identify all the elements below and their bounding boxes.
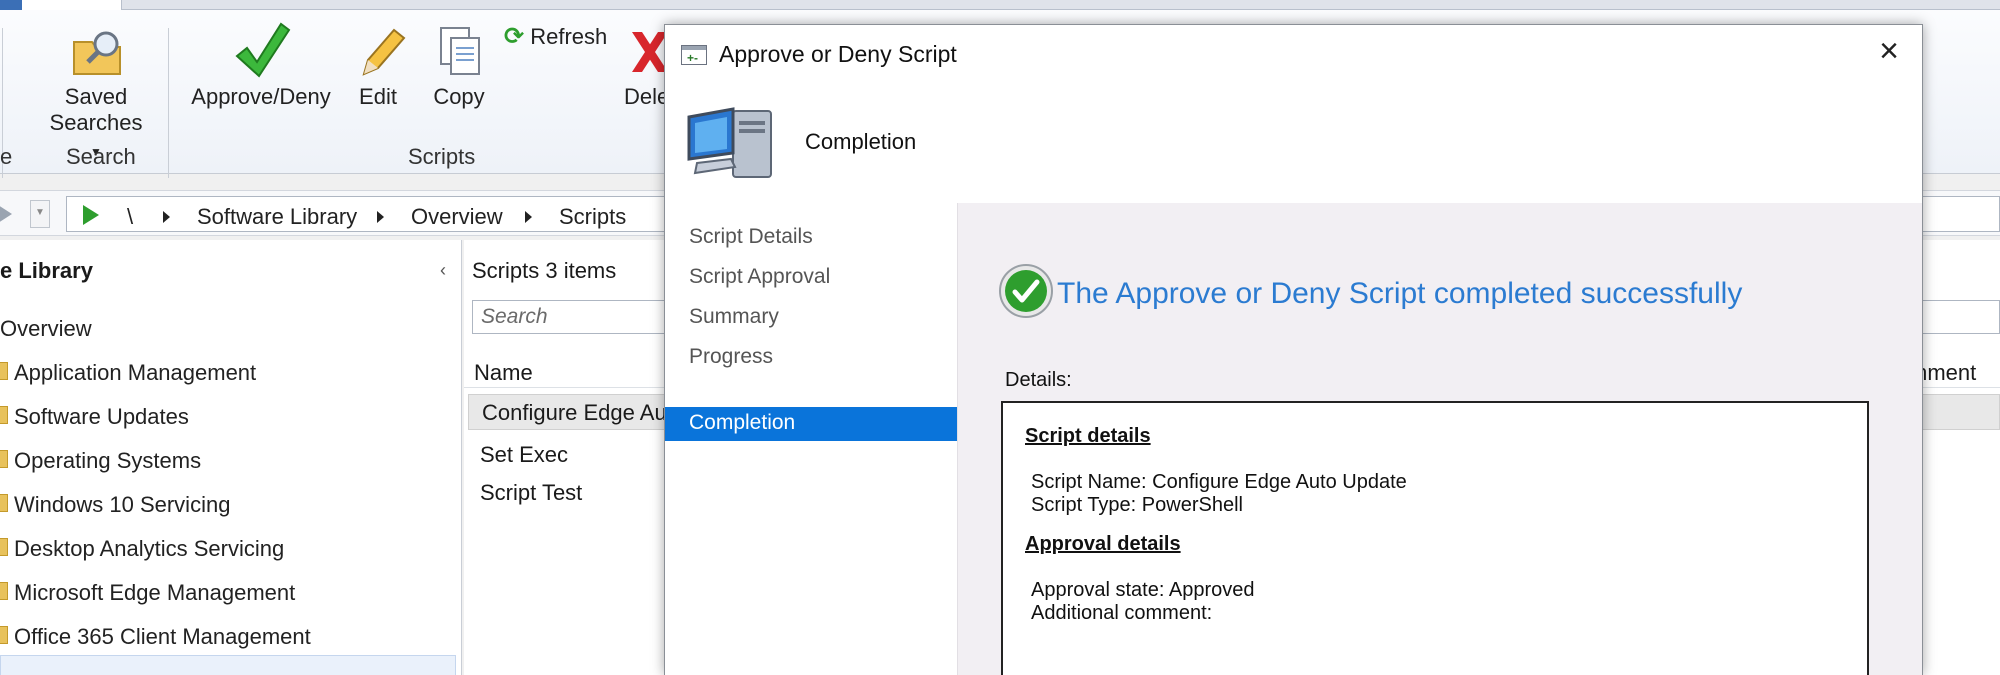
close-icon[interactable]: ×	[1872, 34, 1906, 69]
table-row[interactable]: Set Exec	[480, 442, 568, 468]
copy-button[interactable]: Copy	[424, 20, 494, 110]
collapse-icon[interactable]: ‹	[440, 260, 446, 281]
nav-title: e Library	[0, 258, 93, 283]
details-label: Details:	[1005, 369, 1072, 391]
chevron-right-icon[interactable]	[163, 211, 170, 223]
dialog-title: Approve or Deny Script	[719, 41, 957, 67]
edit-label: Edit	[359, 84, 397, 109]
success-message: The Approve or Deny Script completed suc…	[1057, 277, 1743, 310]
edit-button[interactable]: Edit	[348, 20, 408, 110]
nav-item-windows-10-servicing[interactable]: Windows 10 Servicing	[14, 492, 230, 518]
pencil-icon	[362, 28, 406, 76]
table-row[interactable]: Configure Edge Au	[482, 400, 667, 426]
delete-label: Dele	[624, 84, 670, 109]
breadcrumb-software-library[interactable]: Software Library	[197, 204, 357, 230]
step-progress[interactable]: Progress	[689, 345, 773, 369]
details-box: Script details Script Name: Configure Ed…	[1001, 401, 1869, 675]
step-script-details[interactable]: Script Details	[689, 225, 813, 249]
approve-deny-label: Approve/Deny	[191, 84, 331, 109]
window-top-strip	[0, 0, 2000, 10]
nav-item-operating-systems[interactable]: Operating Systems	[14, 448, 201, 474]
script-type-line: Script Type: PowerShell	[1031, 494, 1243, 516]
computer-icon	[687, 107, 772, 178]
checkmark-icon	[235, 22, 291, 78]
dialog-header: Completion	[665, 83, 1922, 203]
approve-deny-dialog: +- Approve or Deny Script × Completion S…	[664, 24, 1923, 675]
history-dropdown[interactable]: ▼	[30, 200, 50, 228]
nav-item-application-management[interactable]: Application Management	[14, 360, 256, 386]
breadcrumb-overview[interactable]: Overview	[411, 204, 503, 230]
saved-searches-icon	[73, 31, 121, 75]
chevron-down-icon: ▼	[35, 207, 45, 218]
step-completion-label: Completion	[689, 411, 796, 434]
folder-icon	[0, 494, 8, 512]
nav-item-overview[interactable]: Overview	[0, 316, 92, 342]
saved-searches-button[interactable]: Saved Searches ▼	[46, 20, 146, 162]
folder-icon	[0, 362, 8, 380]
folder-icon	[0, 626, 8, 644]
folder-icon	[0, 582, 8, 600]
copy-label: Copy	[433, 84, 485, 109]
window-icon: +-	[681, 45, 707, 65]
dialog-titlebar: +- Approve or Deny Script ×	[665, 25, 1922, 83]
table-row[interactable]: Script Test	[480, 480, 582, 506]
list-header: Scripts 3 items	[472, 258, 617, 283]
saved-searches-label: Saved	[64, 84, 128, 109]
script-details-heading: Script details	[1025, 425, 1151, 447]
breadcrumb-scripts[interactable]: Scripts	[559, 204, 626, 230]
approve-deny-button[interactable]: Approve/Deny	[186, 20, 336, 110]
nav-item-software-updates[interactable]: Software Updates	[14, 404, 189, 430]
folder-icon	[0, 450, 8, 468]
ribbon-group-fragment: e	[0, 144, 13, 169]
nav-item-microsoft-edge-management[interactable]: Microsoft Edge Management	[14, 580, 295, 606]
approval-state-line: Approval state: Approved	[1031, 579, 1255, 601]
refresh-button[interactable]: ⟳ Refresh	[504, 22, 614, 51]
back-arrow-icon[interactable]	[0, 199, 22, 229]
breadcrumb-root[interactable]: \	[127, 204, 133, 230]
folder-icon	[0, 538, 8, 556]
dialog-header-title: Completion	[805, 129, 917, 154]
column-name[interactable]: Name	[474, 360, 533, 386]
ribbon-separator	[168, 28, 169, 178]
approval-details-heading: Approval details	[1025, 533, 1181, 555]
scripts-group-label: Scripts	[408, 144, 476, 169]
delete-icon	[632, 32, 668, 72]
refresh-label: Refresh	[530, 24, 608, 49]
play-icon	[83, 205, 99, 225]
success-check-icon	[999, 264, 1053, 318]
ribbon-tab-stub[interactable]	[0, 0, 22, 10]
nav-item-scripts-selected[interactable]	[0, 655, 456, 675]
nav-item-desktop-analytics-servicing[interactable]: Desktop Analytics Servicing	[14, 536, 284, 562]
step-script-approval[interactable]: Script Approval	[689, 265, 830, 289]
step-summary[interactable]: Summary	[689, 305, 779, 329]
wizard-steps: Script Details Script Approval Summary P…	[665, 203, 957, 675]
chevron-right-icon[interactable]	[377, 211, 384, 223]
folder-icon	[0, 406, 8, 424]
additional-comment-line: Additional comment:	[1031, 602, 1213, 624]
refresh-icon: ⟳	[504, 23, 525, 50]
dialog-content: The Approve or Deny Script completed suc…	[957, 203, 1922, 675]
step-completion[interactable]: Completion	[665, 407, 957, 441]
copy-icon	[440, 27, 480, 75]
delete-button[interactable]: Dele	[624, 26, 669, 110]
saved-searches-label-2: Searches	[49, 110, 143, 135]
nav-item-office-365-client-management[interactable]: Office 365 Client Management	[14, 624, 311, 650]
navigation-pane: e Library ‹ Overview Application Managem…	[0, 240, 462, 675]
ribbon-tab-home[interactable]	[22, 0, 122, 10]
chevron-right-icon[interactable]	[525, 211, 532, 223]
search-group-label: Search	[66, 144, 136, 169]
script-name-line: Script Name: Configure Edge Auto Update	[1031, 471, 1407, 493]
